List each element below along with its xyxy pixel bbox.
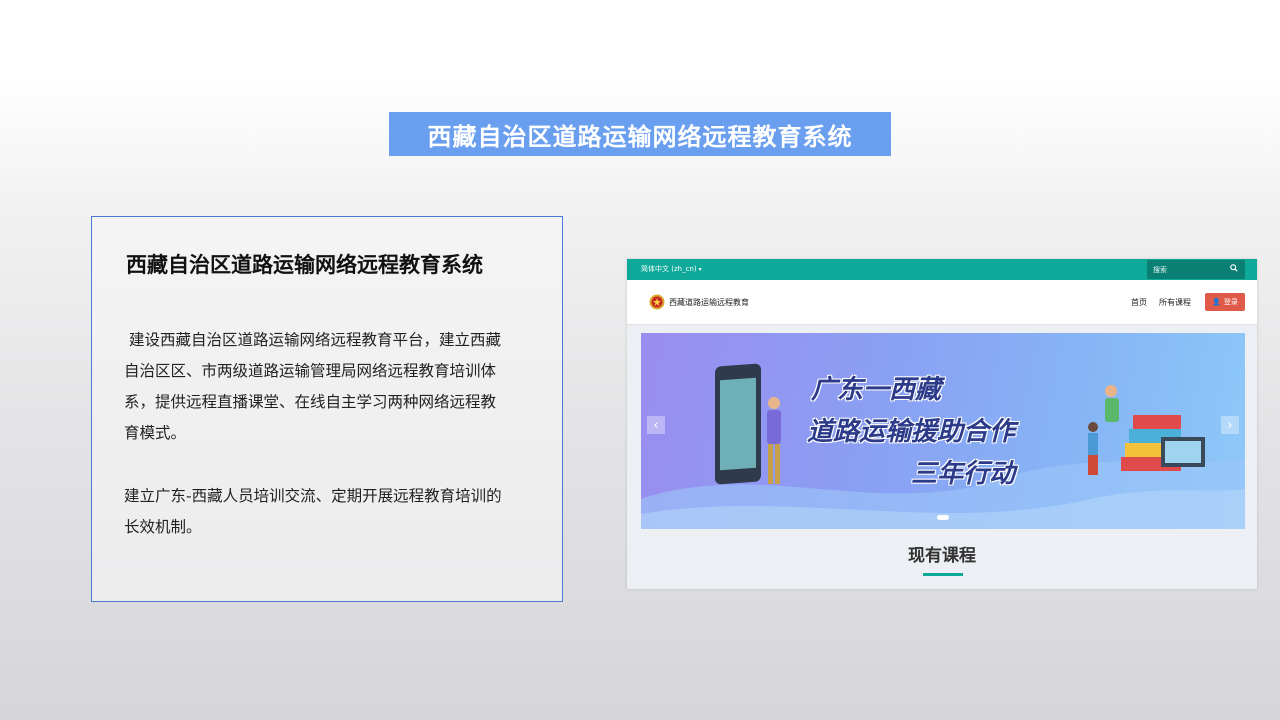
site-navbar: 西藏道路运输远程教育 首页 所有课程 👤 登录: [627, 280, 1257, 325]
teacher-illustration: [767, 397, 781, 484]
login-label: 登录: [1223, 298, 1238, 306]
nav-all-courses-link[interactable]: 所有课程: [1159, 297, 1191, 308]
language-label: 简体中文 (zh_cn): [641, 265, 697, 273]
carousel-line-2: 道路运输援助合作: [807, 417, 1016, 447]
carousel-line-1: 广东一西藏: [811, 375, 942, 405]
login-button[interactable]: 👤 登录: [1205, 293, 1245, 311]
search-icon[interactable]: [1230, 264, 1238, 272]
section-underline: [923, 573, 963, 576]
site-name[interactable]: 西藏道路运输远程教育: [669, 297, 749, 308]
carousel-line-3: 三年行动: [911, 459, 1016, 489]
description-paragraph-2: 建立广东-西藏人员培训交流、定期开展远程教育培训的长效机制。: [124, 487, 502, 536]
section-title: 现有课程: [908, 546, 976, 566]
carousel-next-button[interactable]: ›: [1221, 416, 1239, 434]
phone-illustration: [715, 363, 761, 485]
chevron-down-icon: ▾: [698, 266, 702, 273]
description-title: 西藏自治区道路运输网络远程教育系统: [126, 253, 483, 277]
chevron-right-icon: ›: [1227, 417, 1233, 433]
carousel-prev-button[interactable]: ‹: [647, 416, 665, 434]
chevron-left-icon: ‹: [653, 417, 659, 433]
slide-title: 西藏自治区道路运输网络远程教育系统: [389, 112, 891, 156]
emblem-icon[interactable]: [649, 293, 665, 311]
nav-home-link[interactable]: 首页: [1131, 297, 1147, 308]
search-box[interactable]: 搜索: [1147, 260, 1245, 279]
carousel-banner: 广东一西藏 道路运输援助合作 三年行动 ‹ ›: [641, 333, 1245, 529]
description-paragraph-1: 建设西藏自治区道路运输网络远程教育平台，建立西藏自治区区、市两级道路运输管理局网…: [124, 331, 501, 442]
language-selector[interactable]: 简体中文 (zh_cn) ▾: [641, 264, 702, 274]
website-screenshot: 简体中文 (zh_cn) ▾ 搜索 西藏道路运输远程教育 首页 所有课程 👤 登录: [627, 259, 1257, 589]
user-icon: 👤: [1212, 298, 1221, 306]
books-illustration: [1088, 385, 1205, 475]
phone-screen: [720, 377, 756, 471]
description-box: 西藏自治区道路运输网络远程教育系统 建设西藏自治区道路运输网络远程教育平台，建立…: [91, 216, 563, 602]
site-topbar: 简体中文 (zh_cn) ▾ 搜索: [627, 259, 1257, 280]
search-input[interactable]: 搜索: [1153, 265, 1167, 275]
carousel-indicator[interactable]: [937, 515, 949, 520]
